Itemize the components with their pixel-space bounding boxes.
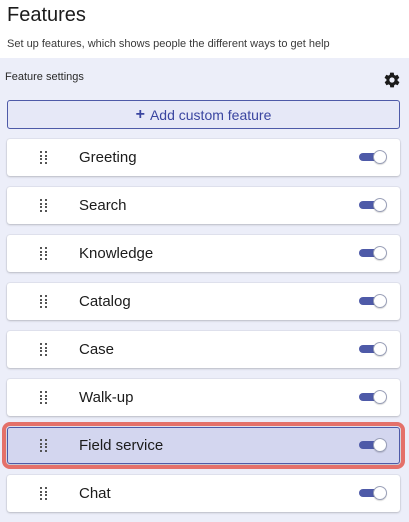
feature-name: Chat xyxy=(79,485,111,502)
drag-handle-icon[interactable] xyxy=(40,247,48,260)
drag-handle-icon[interactable] xyxy=(40,391,48,404)
drag-handle-icon[interactable] xyxy=(40,151,48,164)
feature-row-chat[interactable]: Chat xyxy=(7,475,400,512)
gear-icon-graphic xyxy=(384,72,400,88)
feature-row-case[interactable]: Case xyxy=(7,331,400,368)
feature-toggle-walk-up[interactable] xyxy=(359,390,387,404)
features-page: Features Set up features, which shows pe… xyxy=(0,0,409,522)
drag-handle-icon[interactable] xyxy=(40,295,48,308)
feature-toggle-knowledge[interactable] xyxy=(359,246,387,260)
feature-row-field-service[interactable]: Field service xyxy=(2,422,405,469)
feature-toggle-field-service[interactable] xyxy=(359,438,387,452)
feature-settings-label: Feature settings xyxy=(5,71,84,83)
feature-row-catalog[interactable]: Catalog xyxy=(7,283,400,320)
plus-icon: + xyxy=(135,105,145,123)
feature-settings-panel: Feature settings + Add custom feature Gr… xyxy=(0,58,409,522)
page-subtitle: Set up features, which shows people the … xyxy=(7,38,330,50)
feature-toggle-case[interactable] xyxy=(359,342,387,356)
feature-name: Field service xyxy=(79,437,164,454)
add-custom-feature-button[interactable]: + Add custom feature xyxy=(7,100,400,129)
gear-icon[interactable] xyxy=(382,70,402,90)
page-title: Features xyxy=(7,4,86,26)
feature-row-knowledge[interactable]: Knowledge xyxy=(7,235,400,272)
feature-row-walk-up[interactable]: Walk-up xyxy=(7,379,400,416)
feature-name: Case xyxy=(79,341,115,358)
feature-toggle-catalog[interactable] xyxy=(359,294,387,308)
feature-row-greeting[interactable]: Greeting xyxy=(7,139,400,176)
feature-name: Knowledge xyxy=(79,245,154,262)
feature-name: Catalog xyxy=(79,293,131,310)
drag-handle-icon[interactable] xyxy=(40,343,48,356)
feature-toggle-chat[interactable] xyxy=(359,486,387,500)
feature-name: Walk-up xyxy=(79,389,134,406)
feature-toggle-greeting[interactable] xyxy=(359,150,387,164)
add-custom-feature-label: Add custom feature xyxy=(149,106,272,123)
drag-handle-icon[interactable] xyxy=(40,487,48,500)
feature-name: Search xyxy=(79,197,127,214)
drag-handle-icon[interactable] xyxy=(40,199,48,212)
feature-row-search[interactable]: Search xyxy=(7,187,400,224)
feature-toggle-search[interactable] xyxy=(359,198,387,212)
drag-handle-icon[interactable] xyxy=(40,439,48,452)
feature-name: Greeting xyxy=(79,149,137,166)
